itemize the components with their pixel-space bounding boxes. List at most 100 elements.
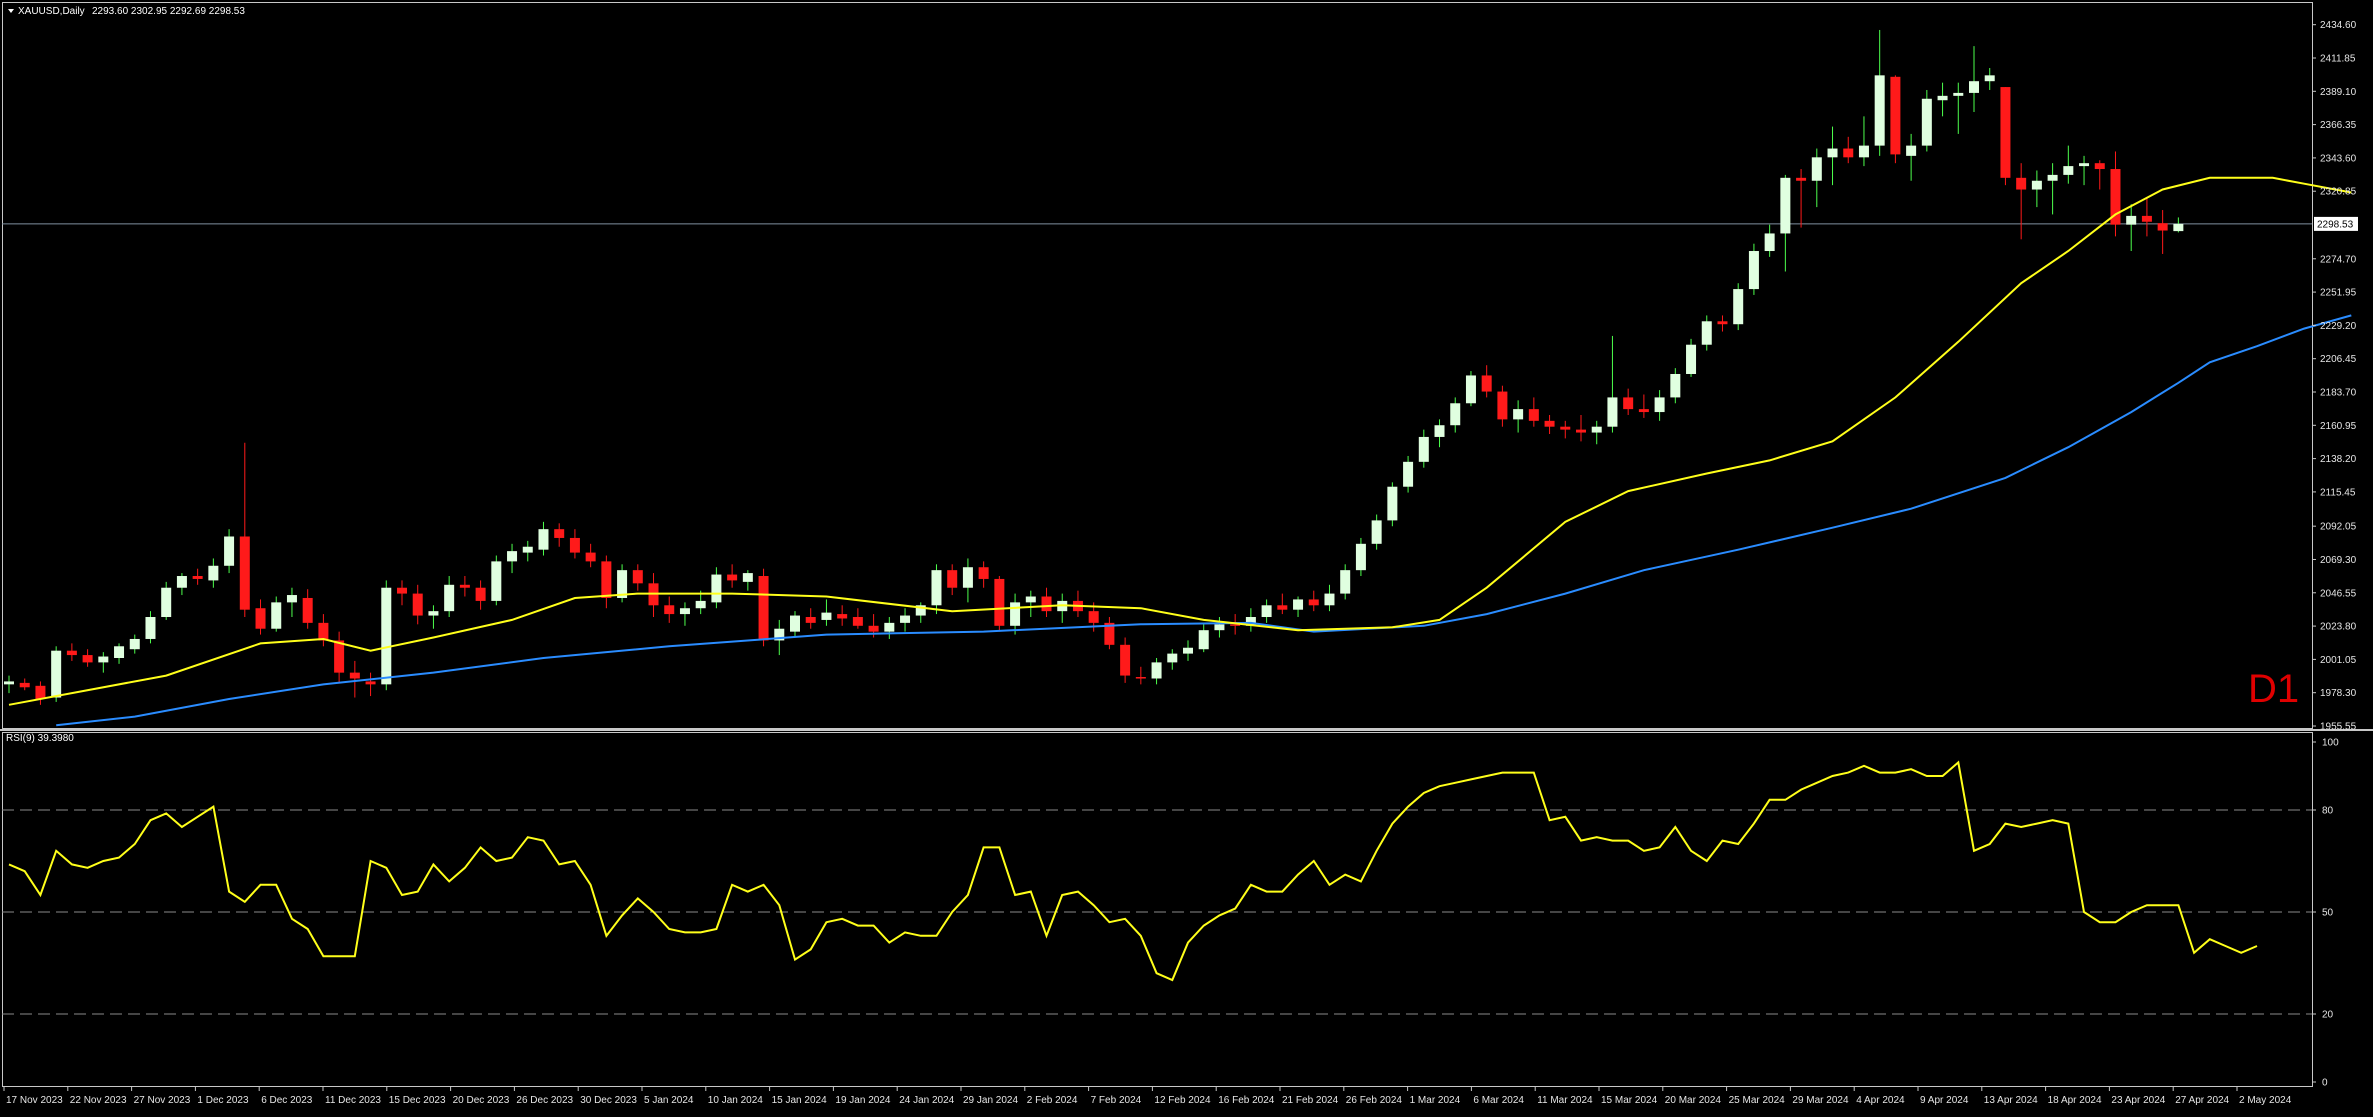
candle-body <box>444 584 455 612</box>
time-tick-label: 26 Dec 2023 <box>516 1095 573 1106</box>
candle-body <box>35 685 46 699</box>
candle-body <box>208 565 219 581</box>
price-tick-label: 2160.95 <box>2320 421 2357 432</box>
candle-body <box>349 672 360 679</box>
price-tick-label: 2046.55 <box>2320 588 2357 599</box>
candle-body <box>1906 145 1917 156</box>
time-tick-label: 21 Feb 2024 <box>1282 1095 1339 1106</box>
candle-body <box>491 561 502 601</box>
candle-body <box>224 536 235 566</box>
time-tick-label: 19 Jan 2024 <box>835 1095 890 1106</box>
rsi-tick-label: 80 <box>2322 806 2334 817</box>
candle-body <box>2031 180 2042 190</box>
time-tick-label: 17 Nov 2023 <box>6 1095 63 1106</box>
candle-body <box>1796 177 1807 181</box>
candle-body <box>1025 596 1036 603</box>
candle-body <box>428 611 439 616</box>
candle-body <box>1340 570 1351 594</box>
chart: 2434.60 2411.85 2389.10 2366.35 2343.60 2320.… <box>0 0 2373 1117</box>
time-tick-label: 1 Dec 2023 <box>197 1095 249 1106</box>
time-tick-label: 2 May 2024 <box>2239 1095 2292 1106</box>
candle-body <box>412 593 423 616</box>
candle-body <box>1780 177 1791 234</box>
time-tick-label: 12 Feb 2024 <box>1154 1095 1211 1106</box>
candle-body <box>271 602 282 629</box>
candle-body <box>1764 233 1775 252</box>
candle-body <box>554 529 565 538</box>
candle-body <box>1560 426 1571 430</box>
candle-body <box>1450 403 1461 426</box>
candle-body <box>2047 174 2058 181</box>
candle-body <box>459 584 470 588</box>
candle-body <box>727 574 738 581</box>
candle-body <box>695 600 706 609</box>
candle-body <box>664 605 675 615</box>
candle-body <box>1167 653 1178 663</box>
candle-body <box>1874 75 1885 146</box>
candle-body <box>4 681 14 685</box>
candle-body <box>2141 215 2152 222</box>
current-price-value: 2298.53 <box>2317 219 2354 230</box>
candle-body <box>585 552 596 562</box>
candle-body <box>1733 289 1744 325</box>
price-tick-label: 2366.35 <box>2320 120 2357 131</box>
candle-body <box>1528 409 1539 421</box>
candle-body <box>1576 429 1586 433</box>
candle-body <box>255 608 266 629</box>
candle-body <box>1151 662 1162 679</box>
candle-body <box>868 625 879 632</box>
candle-body <box>837 614 848 619</box>
candle-body <box>1120 644 1131 676</box>
candle-body <box>82 655 93 663</box>
price-tick-label: 2138.20 <box>2320 454 2357 465</box>
time-tick-label: 27 Nov 2023 <box>134 1095 191 1106</box>
price-tick-label: 1978.30 <box>2320 688 2357 699</box>
time-tick-label: 20 Mar 2024 <box>1665 1095 1722 1106</box>
candle-body <box>821 612 832 620</box>
time-tick-label: 22 Nov 2023 <box>70 1095 127 1106</box>
candle-body <box>978 567 989 579</box>
price-tick-label: 2206.45 <box>2320 354 2357 365</box>
time-tick-label: 6 Dec 2023 <box>261 1095 313 1106</box>
time-tick-label: 13 Apr 2024 <box>1984 1095 2038 1106</box>
candle-body <box>679 608 690 615</box>
candle-body <box>1513 409 1524 420</box>
candle-body <box>1308 599 1319 606</box>
candle-body <box>1827 148 1838 158</box>
candle-body <box>1355 543 1366 571</box>
candle-body <box>1937 95 1948 101</box>
time-tick-label: 11 Dec 2023 <box>325 1095 381 1106</box>
price-tick-label: 2320.85 <box>2320 187 2357 198</box>
candle-body <box>1969 81 1979 93</box>
candle-body <box>161 587 172 618</box>
candle-body <box>2079 163 2090 167</box>
candle-body <box>1497 391 1508 420</box>
candle-body <box>790 615 800 632</box>
rsi-title: RSI(9) 39.3980 <box>6 733 74 744</box>
candle-body <box>114 646 125 658</box>
candle-body <box>884 622 895 632</box>
candle-body <box>1183 647 1193 654</box>
candle-body <box>852 617 863 626</box>
chart-symbol-title: XAUUSD,Daily <box>18 6 85 17</box>
time-tick-label: 2 Feb 2024 <box>1027 1095 1078 1106</box>
price-tick-label: 2023.80 <box>2320 622 2357 633</box>
candle-body <box>1293 599 1304 610</box>
time-tick-label: 20 Dec 2023 <box>453 1095 510 1106</box>
price-tick-label: 2411.85 <box>2320 53 2356 64</box>
candle-body <box>1591 426 1602 433</box>
candle-body <box>522 546 533 553</box>
rsi-tick-label: 0 <box>2322 1078 2328 1089</box>
candle-body <box>1041 596 1052 612</box>
time-tick-label: 23 Apr 2024 <box>2111 1095 2165 1106</box>
candle-body <box>1010 602 1021 626</box>
time-tick-label: 11 Mar 2024 <box>1537 1095 1593 1106</box>
candle-body <box>1465 375 1476 404</box>
price-tick-label: 2251.95 <box>2320 288 2357 299</box>
candle-body <box>19 682 30 688</box>
candle-body <box>1214 624 1225 631</box>
candle-body <box>397 587 407 594</box>
candle-body <box>2157 223 2168 231</box>
candle-body <box>1984 75 1995 82</box>
candle-body <box>1638 409 1649 413</box>
